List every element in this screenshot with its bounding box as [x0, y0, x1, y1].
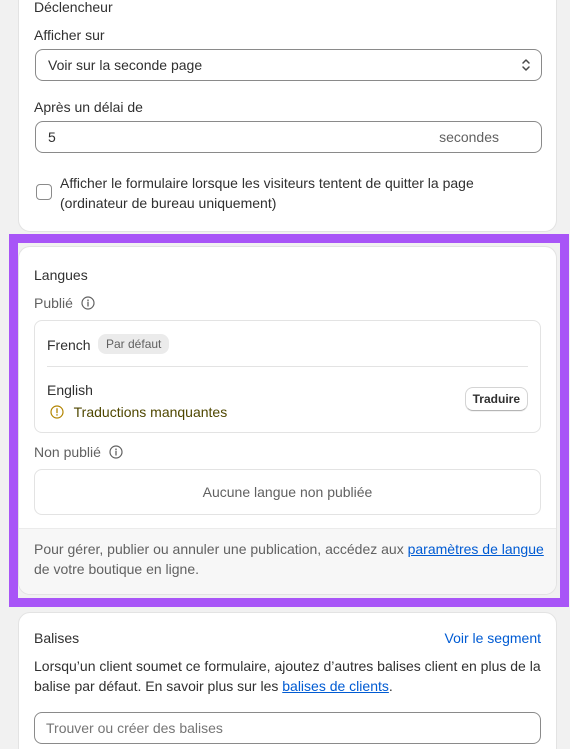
missing-translations-warning: Traductions manquantes	[50, 402, 227, 422]
trigger-section-title: Déclencheur	[34, 0, 113, 15]
published-label: Publié	[34, 295, 73, 311]
delay-label: Après un délai de	[34, 99, 143, 115]
delay-suffix: secondes	[439, 129, 499, 145]
unpublished-languages-empty: Aucune langue non publiée	[34, 469, 541, 515]
customer-tags-link[interactable]: balises de clients	[282, 678, 389, 694]
default-badge: Par défaut	[98, 334, 170, 354]
show-on-label: Afficher sur	[34, 27, 105, 43]
unpublished-empty-text: Aucune langue non publiée	[202, 484, 373, 500]
tags-title: Balises	[34, 630, 80, 646]
delay-input[interactable]: 5 secondes	[35, 121, 542, 153]
tags-search-input[interactable]	[46, 720, 529, 736]
tags-search-field[interactable]	[34, 712, 541, 744]
tags-card: Balises Voir le segment Lorsqu’un client…	[18, 612, 557, 749]
delay-input-value: 5	[48, 129, 56, 145]
info-icon[interactable]	[109, 445, 123, 459]
language-divider	[47, 366, 528, 367]
published-languages-list: French Par défaut English Traductions ma…	[34, 320, 541, 433]
exit-intent-label-line1: Afficher le formulaire lorsque les visit…	[60, 175, 474, 191]
tags-description-after: .	[388, 678, 393, 694]
info-icon[interactable]	[81, 296, 95, 310]
languages-footer-line1: Pour gérer, publier ou annuler une publi…	[34, 539, 544, 559]
published-heading: Publié	[34, 293, 95, 313]
languages-card: Langues Publié French Par défaut English…	[18, 246, 557, 595]
language-name-english: English	[47, 382, 93, 398]
language-settings-link[interactable]: paramètres de langue	[408, 541, 544, 557]
tags-description-line2: balise par défaut. En savoir plus sur le…	[34, 676, 393, 696]
exit-intent-checkbox[interactable]	[36, 184, 52, 200]
missing-translations-text: Traductions manquantes	[73, 404, 228, 420]
languages-footer: Pour gérer, publier ou annuler une publi…	[19, 528, 556, 594]
view-segment-link[interactable]: Voir le segment	[445, 628, 542, 648]
tags-description-before: balise par défaut. En savoir plus sur le…	[34, 678, 283, 694]
unpublished-heading: Non publié	[34, 442, 123, 462]
warning-icon	[50, 405, 64, 419]
languages-footer-text-before: Pour gérer, publier ou annuler une publi…	[34, 541, 408, 557]
tags-description-line1: Lorsqu’un client soumet ce formulaire, a…	[34, 658, 541, 674]
languages-title: Langues	[34, 267, 88, 283]
show-on-select-value: Voir sur la seconde page	[48, 57, 203, 73]
exit-intent-label-line2: (ordinateur de bureau uniquement)	[60, 195, 277, 211]
translate-button[interactable]: Traduire	[464, 387, 528, 411]
languages-footer-text-after: de votre boutique en ligne.	[34, 561, 200, 577]
language-name-french: French	[47, 337, 91, 353]
select-arrows-icon	[522, 59, 530, 71]
trigger-card: Déclencheur Afficher sur Voir sur la sec…	[18, 0, 557, 232]
show-on-select[interactable]: Voir sur la seconde page	[35, 49, 542, 81]
unpublished-label: Non publié	[34, 444, 101, 460]
